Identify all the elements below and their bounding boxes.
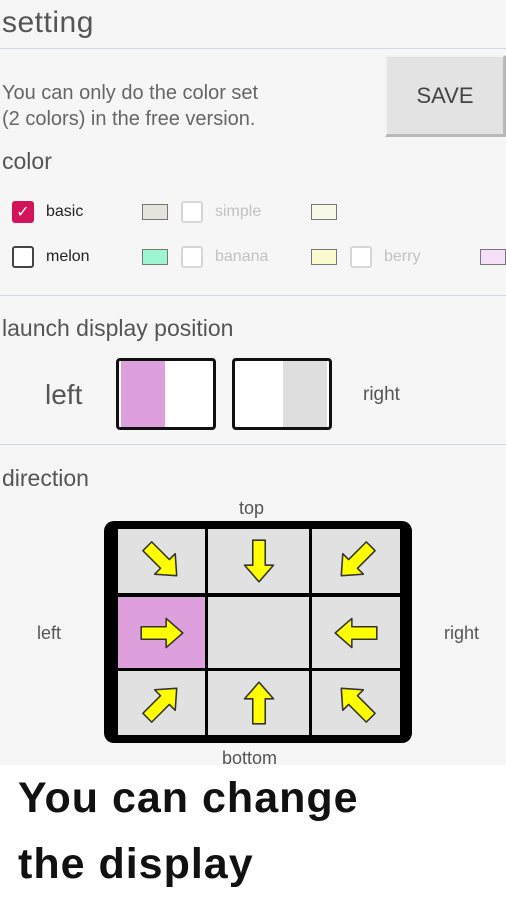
launch-position-right[interactable] [232, 358, 332, 430]
promo-caption-line-2: the display [18, 840, 254, 888]
arrow-down-icon [243, 539, 274, 583]
color-option-label: berry [384, 248, 421, 265]
direction-cell-top-left[interactable] [118, 529, 205, 593]
color-option-melon[interactable]: melon [12, 246, 90, 268]
banana-color-swatch [311, 249, 337, 265]
color-option-basic[interactable]: ✓ basic [12, 201, 83, 223]
check-icon[interactable]: ✓ [12, 201, 34, 223]
direction-right-label: right [444, 623, 480, 643]
arrow-left-icon [334, 617, 378, 648]
free-version-notice: You can only do the color set (2 colors)… [2, 80, 382, 132]
checkbox-icon[interactable] [350, 246, 372, 268]
color-section-label: color [2, 148, 52, 174]
launch-right-label: right [363, 384, 400, 405]
promo-caption-line-1: You can change [18, 774, 359, 822]
color-option-label: simple [215, 203, 262, 220]
direction-top-label: top [239, 498, 265, 518]
settings-panel: setting You can only do the color set (2… [0, 0, 506, 768]
simple-color-swatch [311, 204, 337, 220]
color-option-label: basic [46, 203, 84, 220]
position-indicator [283, 361, 327, 427]
direction-cell-right[interactable] [312, 597, 400, 668]
direction-grid [104, 521, 412, 743]
arrow-up-icon [243, 681, 274, 725]
page-title: setting [2, 6, 94, 39]
checkbox-icon[interactable] [12, 246, 34, 268]
direction-bottom-label: bottom [222, 748, 278, 768]
direction-cell-left[interactable] [118, 597, 205, 668]
direction-cell-bottom-right[interactable] [312, 671, 400, 735]
color-option-simple[interactable]: simple [181, 201, 261, 223]
arrow-up-right-icon [141, 687, 177, 723]
basic-color-swatch [142, 204, 168, 220]
color-option-label: banana [215, 248, 269, 265]
position-indicator [121, 361, 165, 427]
melon-color-swatch [142, 249, 168, 265]
direction-cell-bottom-left[interactable] [118, 671, 205, 735]
color-option-banana[interactable]: banana [181, 246, 268, 268]
direction-cell-top-right[interactable] [312, 529, 400, 593]
arrow-up-left-icon [340, 687, 376, 723]
color-option-berry[interactable]: berry [350, 246, 420, 268]
arrow-down-left-icon [340, 541, 376, 577]
launch-left-label: left [45, 379, 83, 410]
checkbox-icon[interactable] [181, 246, 203, 268]
color-option-label: melon [46, 248, 90, 265]
divider [0, 444, 506, 445]
direction-section-label: direction [2, 465, 89, 491]
berry-color-swatch [480, 249, 506, 265]
launch-position-left[interactable] [116, 358, 216, 430]
divider [0, 48, 506, 49]
direction-cell-top[interactable] [208, 529, 309, 593]
direction-cell-center[interactable] [208, 597, 309, 668]
arrow-down-right-icon [141, 541, 177, 577]
launch-section-label: launch display position [2, 315, 234, 341]
arrow-right-icon [139, 617, 184, 648]
direction-cell-bottom[interactable] [208, 671, 309, 735]
divider [0, 295, 506, 296]
save-button[interactable]: SAVE [385, 55, 506, 137]
direction-left-label: left [37, 623, 62, 643]
notice-line-1: You can only do the color set [2, 82, 259, 104]
checkbox-icon[interactable] [181, 201, 203, 223]
notice-line-2: (2 colors) in the free version. [2, 108, 256, 130]
